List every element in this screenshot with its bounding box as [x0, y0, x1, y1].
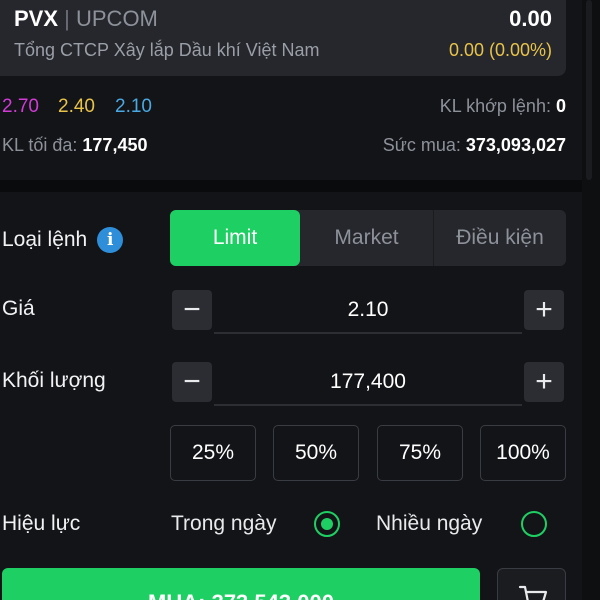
buying-power-value: 373,093,027: [465, 135, 566, 155]
stock-exchange: UPCOM: [76, 6, 158, 31]
section-divider: [0, 180, 582, 192]
price-increase-button[interactable]: +: [524, 290, 564, 330]
cart-icon: [518, 585, 548, 600]
percent-75-button[interactable]: 75%: [377, 425, 463, 481]
plus-icon: +: [535, 293, 553, 326]
tab-market[interactable]: Market: [300, 210, 434, 266]
validity-multi-day-radio[interactable]: [521, 511, 547, 537]
validity-option-day-label[interactable]: Trong ngày: [171, 512, 276, 536]
validity-option-multi-label[interactable]: Nhiều ngày: [376, 512, 482, 536]
ticker-separator: |: [64, 6, 70, 31]
matched-volume-value: 0: [555, 96, 566, 116]
quantity-label: Khối lượng: [2, 369, 106, 392]
price-stepper: − 2.10 +: [170, 286, 566, 334]
quantity-decrease-button[interactable]: −: [172, 362, 212, 402]
max-quantity-row: KL tối đa: 177,450 Sức mua: 373,093,027: [0, 135, 600, 161]
quantity-stepper: − 177,400 +: [170, 358, 566, 406]
quantity-input-underline: [214, 404, 522, 406]
minus-icon: −: [183, 365, 201, 398]
info-icon[interactable]: i: [97, 227, 124, 253]
percent-100-button[interactable]: 100%: [480, 425, 566, 481]
matched-volume: KL khớp lệnh: 0: [440, 96, 566, 117]
buy-button-label: MUA: 373,543,000: [148, 590, 334, 600]
plus-icon: +: [535, 365, 553, 398]
tab-limit[interactable]: Limit: [170, 210, 300, 266]
reference-price[interactable]: 2.40: [58, 96, 95, 118]
tab-conditional[interactable]: Điều kiện: [434, 210, 566, 266]
order-type-tabs: Limit Market Điều kiện: [170, 210, 566, 266]
max-quantity-value: 177,450: [82, 135, 148, 155]
reference-prices-row: 2.70 2.40 2.10 KL khớp lệnh: 0: [0, 96, 600, 122]
price-input[interactable]: 2.10: [214, 286, 522, 334]
validity-label: Hiệu lực: [2, 512, 81, 535]
price-change: 0.00 (0.00%): [448, 40, 552, 60]
order-type-label: Loại lệnh: [2, 228, 88, 251]
quantity-increase-button[interactable]: +: [524, 362, 564, 402]
buying-power-label: Sức mua:: [382, 135, 461, 155]
minus-icon: −: [183, 293, 201, 326]
buy-button[interactable]: MUA: 373,543,000: [2, 568, 480, 600]
company-name: Tổng CTCP Xây lắp Dầu khí Việt Nam: [14, 40, 320, 60]
percent-buttons: 25% 50% 75% 100%: [170, 425, 566, 481]
validity-day-radio[interactable]: [314, 511, 340, 537]
price-label: Giá: [2, 297, 35, 320]
order-type-field: Loại lệnh i: [2, 227, 124, 253]
stock-header-card[interactable]: PVX | UPCOM 0.00 Tổng CTCP Xây lắp Dầu k…: [0, 0, 566, 76]
max-quantity-label: KL tối đa:: [2, 135, 78, 155]
percent-25-button[interactable]: 25%: [170, 425, 256, 481]
price-decrease-button[interactable]: −: [172, 290, 212, 330]
floor-price[interactable]: 2.10: [115, 96, 152, 118]
max-quantity: KL tối đa: 177,450: [2, 135, 147, 156]
stock-ticker: PVX | UPCOM: [14, 6, 158, 32]
quantity-input[interactable]: 177,400: [214, 358, 522, 406]
stock-symbol: PVX: [14, 6, 59, 31]
buying-power: Sức mua: 373,093,027: [383, 135, 566, 156]
matched-volume-label: KL khớp lệnh:: [439, 96, 551, 116]
ceiling-price[interactable]: 2.70: [2, 96, 39, 118]
stock-price: 0.00: [509, 6, 552, 31]
add-to-cart-button[interactable]: [497, 568, 566, 600]
scrollbar-thumb[interactable]: [586, 0, 592, 180]
percent-50-button[interactable]: 50%: [273, 425, 359, 481]
price-input-underline: [214, 332, 522, 334]
